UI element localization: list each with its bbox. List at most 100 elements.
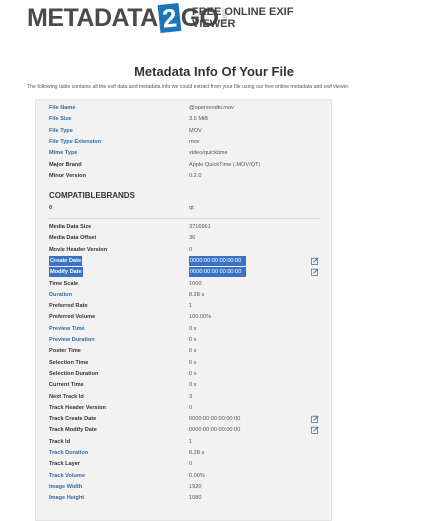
metadata-row-selection-duration: Selection Duration 0 s — [49, 369, 321, 379]
metadata-row-track-id: Track Id 1 — [49, 437, 321, 447]
metadata-row-create-date: Create Date 0000:00:00 00:00:00 — [49, 255, 321, 266]
field-value: 3 — [189, 393, 193, 400]
field-value: 1 — [189, 438, 193, 445]
field-value: mov — [189, 138, 200, 145]
field-value: 8.28 s — [189, 450, 205, 456]
section-divider — [47, 218, 321, 219]
field-value: 36 — [189, 235, 196, 242]
metadata-row-modify-date: Modify Date 0000:00:00 00:00:00 — [49, 267, 321, 278]
field-value: 0 s — [189, 325, 197, 332]
field-label: Track Layer — [49, 461, 81, 468]
field-value: 0 — [189, 461, 193, 468]
field-label[interactable]: File Type — [49, 126, 73, 136]
edit-icon[interactable] — [311, 268, 319, 276]
field-label[interactable]: Duration — [49, 290, 72, 300]
field-value: 0000:00:00 00:00:00 — [189, 427, 241, 434]
field-value: qt — [189, 205, 194, 211]
edit-icon[interactable] — [311, 426, 319, 435]
intro-text: The following table contains all the exi… — [27, 84, 350, 90]
field-value: 0 s — [189, 348, 197, 355]
field-label[interactable]: Track Duration — [49, 448, 88, 458]
field-label[interactable]: Preview Duration — [49, 335, 95, 345]
field-label[interactable]: Image Width — [49, 482, 82, 492]
metadata-row-movie-header-version: Movie Header Version 0 — [49, 245, 321, 255]
field-label: 0 — [49, 205, 53, 211]
field-label[interactable]: File Name — [49, 103, 75, 113]
field-value: 3.6 MiB — [189, 116, 208, 123]
metadata-row-preview-duration: Preview Duration 0 s — [49, 335, 321, 345]
metadata-row-track-duration: Track Duration 8.28 s — [49, 448, 321, 458]
field-value: 0 s — [189, 337, 197, 343]
field-value: 0.2.0 — [189, 172, 202, 179]
metadata-row-track-header-version: Track Header Version 0 — [49, 403, 321, 413]
site-tagline: FREE ONLINE EXIF VIEWER — [192, 6, 294, 30]
field-value: 0 — [189, 404, 193, 411]
metadata-table: COMPATIBLEBRANDS File Name @opersvodki.mo… — [35, 99, 332, 521]
field-value: 0 s — [189, 382, 197, 389]
field-value: 0.00% — [189, 472, 205, 479]
metadata-row-image-width: Image Width 1920 — [49, 482, 321, 492]
metadata-row-track-layer: Track Layer 0 — [49, 459, 321, 469]
metadata-row-track-create-date: Track Create Date 0000:00:00 00:00:00 — [49, 414, 321, 424]
edit-icon[interactable] — [311, 257, 319, 265]
field-label: Preferred Volume — [49, 314, 96, 321]
field-label: Time Scale — [49, 280, 79, 287]
field-label: Track Header Version — [49, 404, 106, 411]
field-label[interactable]: Mime Type — [49, 148, 78, 158]
field-label[interactable]: File Size — [49, 114, 71, 124]
metadata-row-media-data-offset: Media Data Offset 36 — [49, 233, 321, 243]
metadata-row-preview-time: Preview Time 0 s — [49, 324, 321, 334]
metadata-row-mime-type: Mime Type video/quicktime — [49, 148, 321, 158]
field-label[interactable]: Image Height — [49, 493, 84, 503]
field-label: Media Data Size — [49, 224, 92, 230]
metadata-row-duration: Duration 8.28 s — [49, 290, 321, 300]
metadata-row-current-time: Current Time 0 s — [49, 380, 321, 390]
metadata-row-media-data-size: Media Data Size 3716961 — [49, 222, 321, 232]
field-label: Movie Header Version — [49, 246, 108, 253]
metadata-row-major-brand: Major Brand Apple QuickTime (.MOV/QT) — [49, 160, 321, 170]
field-label: Current Time — [49, 382, 84, 389]
field-value: 0 s — [189, 359, 197, 366]
metadata-row-track-volume: Track Volume 0.00% — [49, 471, 321, 481]
metadata-row-file-type-extension: File Type Extension mov — [49, 137, 321, 147]
field-label: Selection Duration — [49, 370, 99, 377]
field-value: MOV — [189, 127, 202, 134]
metadata-row-0: 0 qt — [49, 203, 321, 213]
metadata-row-file-size: File Size 3.6 MiB — [49, 114, 321, 124]
field-label[interactable]: Preview Time — [49, 324, 85, 334]
field-value: 0000:00:00 00:00:00 — [189, 416, 241, 423]
field-label: Poster Time — [49, 348, 81, 355]
field-value: 0000:00:00 00:00:00 — [189, 255, 246, 266]
field-label: Major Brand — [49, 161, 82, 168]
logo-text-left: METADATA — [27, 4, 158, 32]
field-label: Media Data Offset — [49, 235, 97, 242]
metadata-row-track-modify-date: Track Modify Date 0000:00:00 00:00:00 — [49, 425, 321, 435]
metadata-row-preferred-rate: Preferred Rate 1 — [49, 301, 321, 311]
field-label: Preferred Rate — [49, 303, 88, 310]
field-value: 1080 — [189, 495, 202, 502]
field-value: Apple QuickTime (.MOV/QT) — [189, 161, 261, 168]
field-label: Track Create Date — [49, 416, 97, 423]
field-value: 0000:00:00 00:00:00 — [189, 267, 246, 278]
section-heading-compatiblebrands: COMPATIBLEBRANDS — [49, 191, 135, 200]
field-label: Next Track Id — [49, 393, 84, 400]
field-value: 1920 — [189, 483, 202, 490]
field-value: 8.28 s — [189, 291, 205, 298]
metadata-row-file-name: File Name @opersvodki.mov — [49, 103, 321, 113]
field-value: 1 — [189, 303, 193, 310]
metadata-row-file-type: File Type MOV — [49, 126, 321, 136]
field-label[interactable]: File Type Extension — [49, 137, 101, 147]
metadata-row-image-height: Image Height 1080 — [49, 493, 321, 503]
field-label[interactable]: Track Volume — [49, 471, 85, 481]
field-value: @opersvodki.mov — [189, 105, 234, 111]
field-label[interactable]: Modify Date — [49, 267, 83, 278]
field-value: 100.00% — [189, 314, 212, 321]
field-label: Minor Version — [49, 172, 86, 179]
field-value: 0 — [189, 246, 193, 253]
metadata-row-time-scale: Time Scale 1000 — [49, 279, 321, 289]
edit-icon[interactable] — [311, 415, 319, 423]
metadata-row-minor-version: Minor Version 0.2.0 — [49, 171, 321, 181]
field-label: Selection Time — [49, 359, 89, 366]
field-label[interactable]: Create Date — [49, 255, 83, 266]
metadata-row-selection-time: Selection Time 0 s — [49, 358, 321, 368]
